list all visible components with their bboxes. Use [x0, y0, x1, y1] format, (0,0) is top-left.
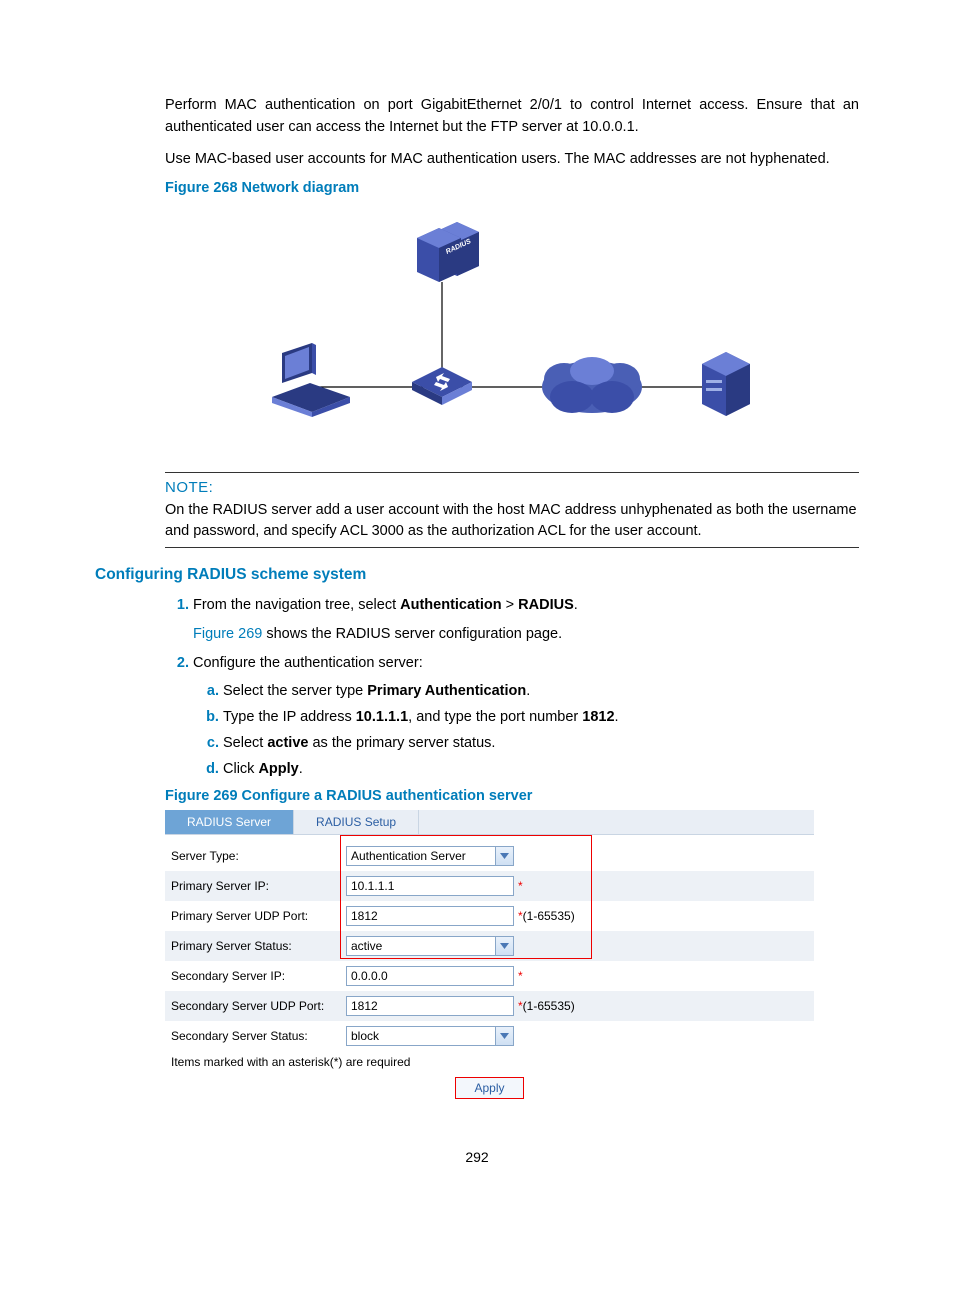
step-2a: Select the server type Primary Authentic… [223, 681, 859, 703]
label-primary-status: Primary Server Status: [171, 939, 346, 953]
note-box: NOTE: On the RADIUS server add a user ac… [165, 472, 859, 548]
label-secondary-port: Secondary Server UDP Port: [171, 999, 346, 1013]
label-secondary-status: Secondary Server Status: [171, 1029, 346, 1043]
figure-caption: Figure 269 Configure a RADIUS authentica… [165, 788, 859, 804]
step-1: From the navigation tree, select Authent… [193, 594, 859, 646]
switch-icon: SWITCH [412, 367, 472, 413]
paragraph: Perform MAC authentication on port Gigab… [165, 95, 859, 139]
row-secondary-ip: Secondary Server IP: * [165, 961, 814, 991]
apply-button[interactable]: Apply [455, 1077, 523, 1099]
tab-radius-setup[interactable]: RADIUS Setup [294, 810, 419, 834]
label-primary-port: Primary Server UDP Port: [171, 909, 346, 923]
row-secondary-status: Secondary Server Status: block [165, 1021, 814, 1051]
ftp-server-icon [702, 352, 750, 416]
step-2c: Select active as the primary server stat… [223, 733, 859, 755]
radius-server-icon: RADIUS [417, 222, 479, 282]
tab-radius-server[interactable]: RADIUS Server [165, 810, 294, 834]
select-secondary-status[interactable]: block [346, 1026, 514, 1046]
row-primary-port: Primary Server UDP Port: *(1-65535) [165, 901, 814, 931]
chevron-down-icon [495, 847, 513, 865]
row-server-type: Server Type: Authentication Server [165, 841, 814, 871]
host-pc-icon [272, 343, 350, 417]
input-secondary-port[interactable] [346, 996, 514, 1016]
input-primary-port[interactable] [346, 906, 514, 926]
radius-config-panel: RADIUS Server RADIUS Setup Server Type: … [165, 810, 814, 1103]
page-number: 292 [95, 1149, 859, 1165]
subsection-heading: Configuring RADIUS scheme system [95, 566, 859, 584]
chevron-down-icon [495, 1027, 513, 1045]
figure-caption: Figure 268 Network diagram [165, 180, 859, 196]
note-heading: NOTE: [165, 479, 859, 496]
note-text: On the RADIUS server add a user account … [165, 500, 859, 541]
input-primary-ip[interactable] [346, 876, 514, 896]
label-secondary-ip: Secondary Server IP: [171, 969, 346, 983]
network-diagram: RADIUS [165, 202, 859, 462]
label-server-type: Server Type: [171, 849, 346, 863]
row-primary-status: Primary Server Status: active [165, 931, 814, 961]
select-server-type[interactable]: Authentication Server [346, 846, 514, 866]
row-secondary-port: Secondary Server UDP Port: *(1-65535) [165, 991, 814, 1021]
input-secondary-ip[interactable] [346, 966, 514, 986]
paragraph: Use MAC-based user accounts for MAC auth… [165, 149, 859, 171]
step-2d: Click Apply. [223, 759, 859, 781]
figure-link[interactable]: Figure 269 [193, 626, 262, 642]
required-asterisk: * [518, 969, 523, 983]
select-primary-status[interactable]: active [346, 936, 514, 956]
step-2: Configure the authentication server: Sel… [193, 652, 859, 780]
step-2b: Type the IP address 10.1.1.1, and type t… [223, 707, 859, 729]
row-primary-ip: Primary Server IP: * [165, 871, 814, 901]
label-primary-ip: Primary Server IP: [171, 879, 346, 893]
chevron-down-icon [495, 937, 513, 955]
svg-text:SWITCH: SWITCH [431, 407, 453, 413]
required-asterisk: * [518, 879, 523, 893]
required-footnote: Items marked with an asterisk(*) are req… [165, 1051, 814, 1069]
internet-cloud-icon [542, 357, 642, 413]
